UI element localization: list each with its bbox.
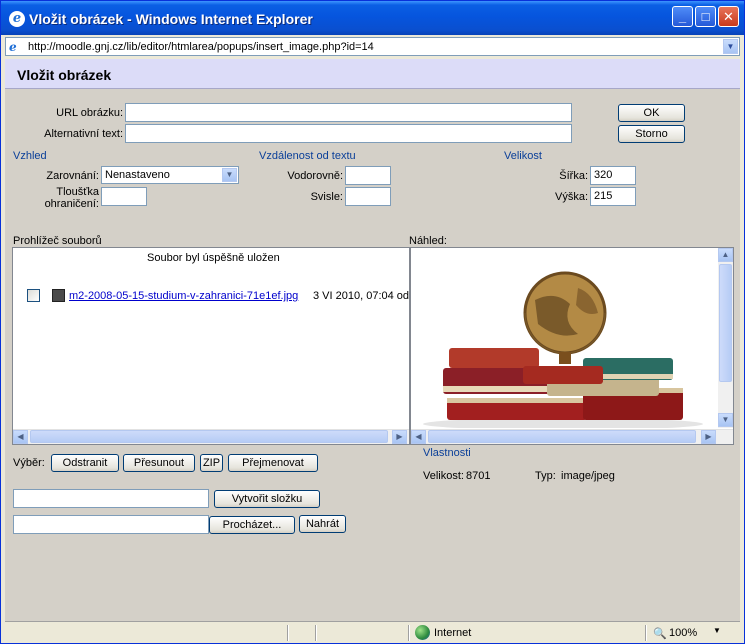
border-input[interactable] <box>101 187 147 206</box>
file-browser-panel: Soubor byl úspěšně uložen m2-2008-05-15-… <box>12 247 410 445</box>
status-separator <box>408 625 410 641</box>
rename-button[interactable]: Přejmenovat <box>228 454 318 472</box>
address-dropdown-icon[interactable]: ▼ <box>723 39 738 54</box>
ok-button[interactable]: OK <box>618 104 685 122</box>
size-heading: Velikost <box>504 150 542 162</box>
zoom-dropdown-icon[interactable]: ▼ <box>713 626 721 635</box>
title-bar[interactable]: e Vložit obrázek - Windows Internet Expl… <box>1 1 744 35</box>
border-label: Tloušťka ohraničení: <box>44 186 99 210</box>
chevron-down-icon[interactable]: ▼ <box>222 168 237 182</box>
preview-scroll-right-icon[interactable]: ▶ <box>701 430 716 444</box>
size-prop-label: Velikost: <box>423 470 464 482</box>
hscroll-thumb[interactable] <box>30 430 388 443</box>
preview-image <box>413 248 718 428</box>
preview-panel: ▲ ▼ ◀ ▶ <box>410 247 734 445</box>
appearance-heading: Vzhled <box>13 150 47 162</box>
type-prop-label: Typ: <box>535 470 556 482</box>
close-icon: ✕ <box>723 9 734 24</box>
minimize-icon: _ <box>678 9 687 24</box>
minimize-button[interactable]: _ <box>672 6 693 27</box>
file-browser-label: Prohlížeč souborů <box>13 235 102 247</box>
vertical-input[interactable] <box>345 187 391 206</box>
width-input[interactable]: 320 <box>590 166 636 185</box>
maximize-button[interactable]: □ <box>695 6 716 27</box>
file-date: 3 VI 2010, 07:04 od <box>313 290 410 302</box>
window-title: Vložit obrázek - Windows Internet Explor… <box>29 11 313 27</box>
page-header: Vložit obrázek <box>5 59 740 89</box>
globe-icon <box>415 625 430 640</box>
folder-name-input[interactable] <box>13 489 209 508</box>
file-browser-hscrollbar[interactable]: ◀ ▶ <box>13 429 409 444</box>
horizontal-label: Vodorovně: <box>287 170 343 182</box>
selection-label: Výběr: <box>13 457 45 469</box>
page-content: Vložit obrázek URL obrázku: Alternativní… <box>5 59 740 621</box>
zoom-level[interactable]: 100% <box>669 627 697 639</box>
file-checkbox[interactable] <box>27 289 40 302</box>
create-folder-button[interactable]: Vytvořit složku <box>214 490 320 508</box>
type-prop-value: image/jpeg <box>561 470 615 482</box>
status-separator <box>315 625 317 641</box>
preview-scroll-left-icon[interactable]: ◀ <box>411 430 426 444</box>
status-separator <box>287 625 289 641</box>
preview-hscrollbar[interactable]: ◀ ▶ <box>411 429 733 444</box>
alt-input[interactable] <box>125 124 572 143</box>
status-bar: Internet 🔍 100% ▼ <box>5 621 740 643</box>
scroll-right-icon[interactable]: ▶ <box>392 430 407 444</box>
status-separator <box>645 625 647 641</box>
move-button[interactable]: Přesunout <box>123 454 195 472</box>
cancel-button[interactable]: Storno <box>618 125 685 143</box>
url-label: URL obrázku: <box>56 107 123 119</box>
address-url[interactable]: http://moodle.gnj.cz/lib/editor/htmlarea… <box>28 41 374 53</box>
browser-window: e Vložit obrázek - Windows Internet Expl… <box>0 0 745 644</box>
page-ie-icon: e <box>9 40 17 54</box>
width-label: Šířka: <box>559 170 588 182</box>
height-label: Výška: <box>554 191 588 203</box>
preview-hscroll-thumb[interactable] <box>428 430 696 443</box>
security-zone[interactable]: Internet <box>434 627 471 639</box>
page-title: Vložit obrázek <box>17 67 112 83</box>
address-bar[interactable]: e http://moodle.gnj.cz/lib/editor/htmlar… <box>5 37 740 56</box>
scroll-down-icon[interactable]: ▼ <box>718 413 733 427</box>
preview-label: Náhled: <box>409 235 447 247</box>
maximize-icon: □ <box>701 9 710 24</box>
close-button[interactable]: ✕ <box>718 6 739 27</box>
properties-heading: Vlastnosti <box>423 447 471 459</box>
spacing-heading: Vzdálenost od textu <box>259 150 356 162</box>
url-input[interactable] <box>125 103 572 122</box>
height-input[interactable]: 215 <box>590 187 636 206</box>
file-link[interactable]: m2-2008-05-15-studium-v-zahranici-71e1ef… <box>69 290 298 302</box>
upload-button[interactable]: Nahrát <box>299 515 346 533</box>
ie-icon: e <box>9 11 25 27</box>
horizontal-input[interactable] <box>345 166 391 185</box>
size-prop-value: 8701 <box>466 470 491 482</box>
upload-file-input[interactable] <box>13 515 209 534</box>
delete-button[interactable]: Odstranit <box>51 454 119 472</box>
align-select-value: Nenastaveno <box>105 169 170 181</box>
alt-label: Alternativní text: <box>44 128 123 140</box>
vscroll-thumb[interactable] <box>719 264 732 382</box>
scroll-up-icon[interactable]: ▲ <box>718 248 733 262</box>
image-file-icon <box>52 289 65 302</box>
scroll-left-icon[interactable]: ◀ <box>13 430 28 444</box>
zoom-icon[interactable]: 🔍 <box>653 627 667 640</box>
align-select[interactable]: Nenastaveno ▼ <box>101 166 239 184</box>
preview-vscrollbar[interactable]: ▲ ▼ <box>718 248 733 428</box>
upload-status: Soubor byl úspěšně uložen <box>147 252 280 264</box>
vertical-label: Svisle: <box>310 191 343 203</box>
align-label: Zarovnání: <box>46 170 99 182</box>
browse-button[interactable]: Procházet... <box>209 516 295 534</box>
zip-button[interactable]: ZIP <box>200 454 223 472</box>
